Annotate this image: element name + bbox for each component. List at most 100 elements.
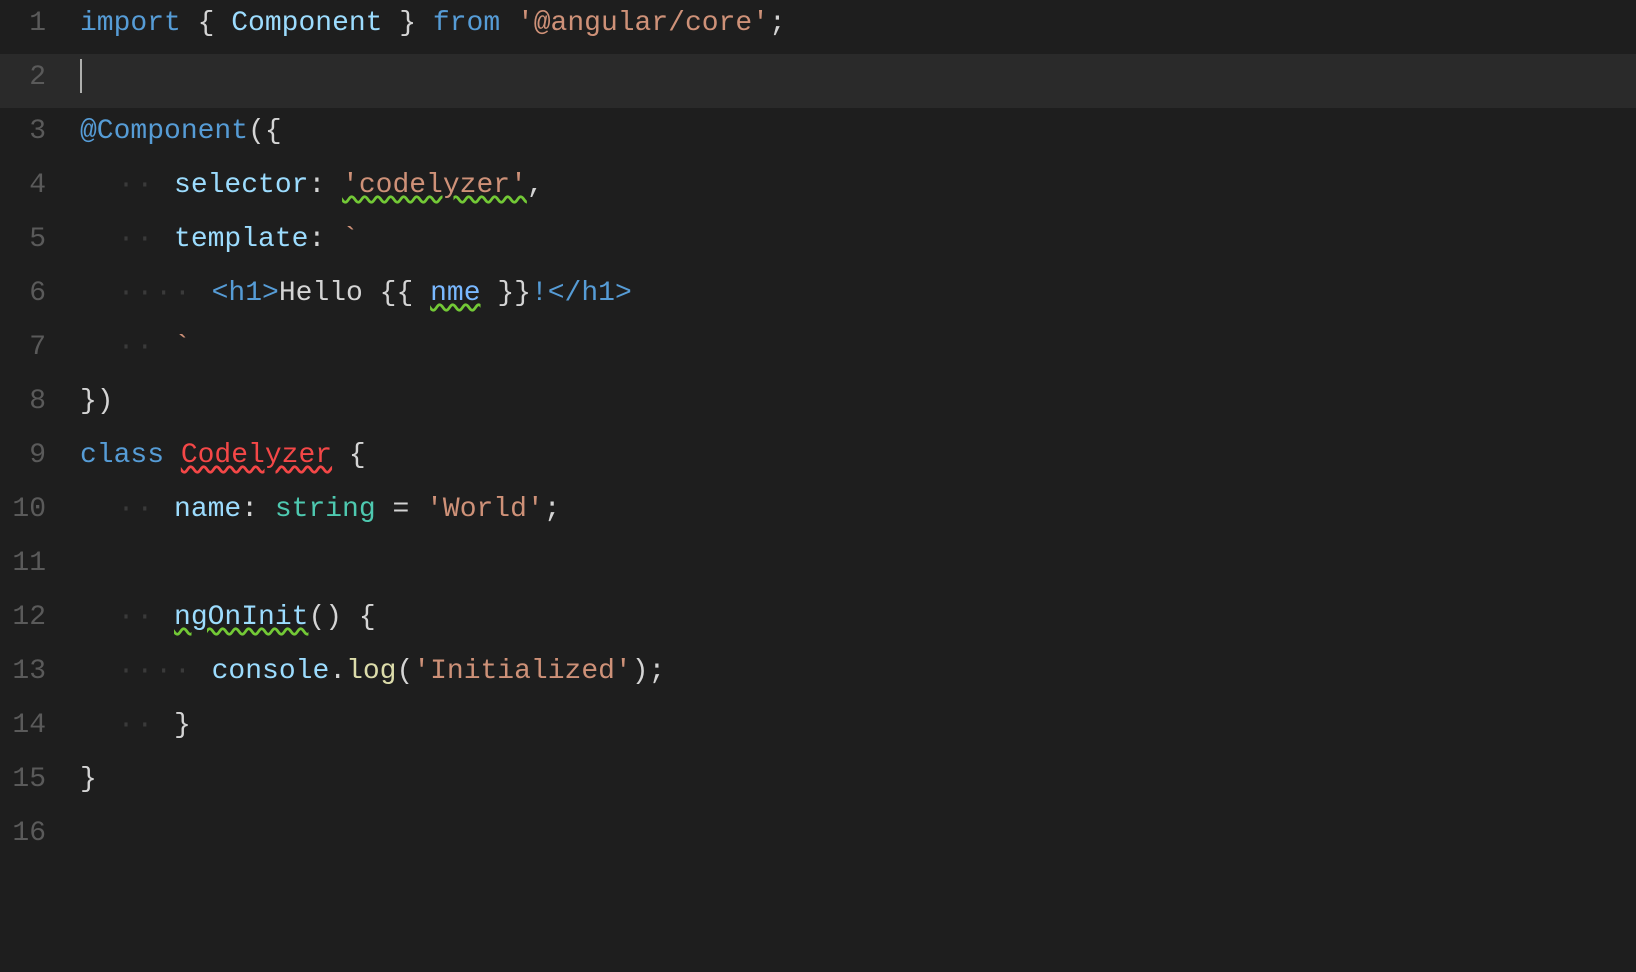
code-line: 8})	[0, 378, 1636, 432]
line-content: ···· <h1>Hello {{ nme }}!</h1>	[70, 272, 1636, 317]
code-line: 4 ·· selector: 'codelyzer',	[0, 162, 1636, 216]
token: log	[346, 656, 396, 687]
line-content: })	[70, 380, 1636, 425]
line-content: ···· console.log('Initialized');	[70, 650, 1636, 695]
line-content: ·· template: `	[70, 218, 1636, 263]
token: <h1>	[212, 278, 279, 309]
token: !</h1>	[531, 278, 632, 309]
token: ··	[80, 332, 174, 363]
token: ····	[80, 278, 212, 309]
code-line: 5 ·· template: `	[0, 216, 1636, 270]
token: ····	[80, 656, 212, 687]
token: (	[396, 656, 413, 687]
token: 'Initialized'	[413, 656, 631, 687]
token: template	[174, 224, 308, 255]
token: Component	[231, 8, 382, 39]
code-line: 2	[0, 54, 1636, 108]
token: }	[382, 8, 432, 39]
line-number: 9	[0, 434, 70, 479]
token: '@angular/core'	[517, 8, 769, 39]
line-content: @Component({	[70, 110, 1636, 155]
token: `	[174, 332, 191, 363]
code-line: 1import { Component } from '@angular/cor…	[0, 0, 1636, 54]
line-content: import { Component } from '@angular/core…	[70, 2, 1636, 47]
code-line: 14 ·· }	[0, 702, 1636, 756]
line-content: ·· selector: 'codelyzer',	[70, 164, 1636, 209]
line-number: 6	[0, 272, 70, 317]
line-number: 3	[0, 110, 70, 155]
token: ··	[80, 494, 174, 525]
token: }	[174, 710, 191, 741]
token: Hello	[279, 278, 380, 309]
line-content: ·· ngOnInit() {	[70, 596, 1636, 641]
token: console	[212, 656, 330, 687]
token: }}	[481, 278, 531, 309]
token: nme	[430, 278, 480, 309]
token: 'codelyzer'	[342, 170, 527, 201]
line-number: 12	[0, 596, 70, 641]
line-number: 7	[0, 326, 70, 371]
token: ··	[80, 224, 174, 255]
token: ;	[769, 8, 786, 39]
token: Codelyzer	[181, 440, 332, 471]
token: {{	[380, 278, 430, 309]
token: selector	[174, 170, 308, 201]
line-number: 14	[0, 704, 70, 749]
token	[164, 440, 181, 471]
token: class	[80, 440, 164, 471]
token: 'World'	[426, 494, 544, 525]
token: :	[241, 494, 275, 525]
token: string	[275, 494, 376, 525]
token: ngOnInit	[174, 602, 308, 633]
token: ··	[80, 710, 174, 741]
token: );	[632, 656, 666, 687]
line-content: ·· }	[70, 704, 1636, 749]
code-line: 15}	[0, 756, 1636, 810]
token: ,	[527, 170, 544, 201]
line-content	[70, 56, 1636, 101]
line-number: 4	[0, 164, 70, 209]
code-line: 7 ·· `	[0, 324, 1636, 378]
line-number: 5	[0, 218, 70, 263]
line-content: class Codelyzer {	[70, 434, 1636, 479]
line-number: 16	[0, 812, 70, 857]
code-line: 13 ···· console.log('Initialized');	[0, 648, 1636, 702]
token: }	[80, 764, 97, 795]
line-number: 8	[0, 380, 70, 425]
token: ({	[248, 116, 282, 147]
line-number: 11	[0, 542, 70, 587]
token: ··	[80, 170, 174, 201]
code-line: 6 ···· <h1>Hello {{ nme }}!</h1>	[0, 270, 1636, 324]
code-line: 12 ·· ngOnInit() {	[0, 594, 1636, 648]
token: () {	[308, 602, 375, 633]
line-number: 10	[0, 488, 70, 533]
token	[500, 8, 517, 39]
token: `	[342, 224, 359, 255]
line-number: 15	[0, 758, 70, 803]
line-content: ·· `	[70, 326, 1636, 371]
token: {	[332, 440, 366, 471]
token: :	[308, 224, 342, 255]
code-editor[interactable]: 1import { Component } from '@angular/cor…	[0, 0, 1636, 972]
line-number: 2	[0, 56, 70, 101]
code-line: 11	[0, 540, 1636, 594]
line-content: ·· name: string = 'World';	[70, 488, 1636, 533]
token: ··	[80, 602, 174, 633]
token: ;	[544, 494, 561, 525]
line-number: 13	[0, 650, 70, 695]
token: @Component	[80, 116, 248, 147]
code-line: 3@Component({	[0, 108, 1636, 162]
token: =	[376, 494, 426, 525]
token: {	[181, 8, 231, 39]
text-cursor	[80, 59, 82, 93]
token: from	[433, 8, 500, 39]
token: import	[80, 8, 181, 39]
token: name	[174, 494, 241, 525]
code-line: 16	[0, 810, 1636, 864]
token: })	[80, 386, 114, 417]
token: .	[329, 656, 346, 687]
code-line: 9class Codelyzer {	[0, 432, 1636, 486]
line-content: }	[70, 758, 1636, 803]
token: :	[308, 170, 342, 201]
line-number: 1	[0, 2, 70, 47]
